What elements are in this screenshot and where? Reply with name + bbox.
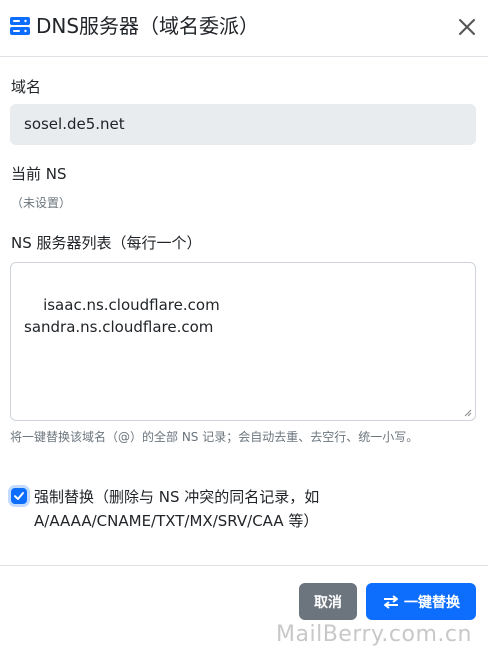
cancel-button[interactable]: 取消 [299,583,357,620]
close-icon[interactable] [456,16,478,38]
current-ns-label: 当前 NS [11,165,67,183]
modal-title: DNS服务器（域名委派） [36,14,260,38]
server-icon [10,17,30,35]
swap-arrows-icon [384,594,398,609]
current-ns-value: （未设置） [11,196,72,210]
ns-list-textarea[interactable]: isaac.ns.cloudflare.com sandra.ns.cloudf… [10,262,476,421]
help-text: 将一键替换该域名（@）的全部 NS 记录；会自动去重、去空行、统一小写。 [10,430,419,444]
ns-list-text: isaac.ns.cloudflare.com sandra.ns.cloudf… [24,296,220,336]
watermark: MailBerry.com.cn [276,622,472,647]
replace-button-label: 一键替换 [404,594,460,611]
domain-input: sosel.de5.net [10,104,476,145]
force-replace-checkbox[interactable] [11,488,27,504]
domain-label: 域名 [11,78,42,96]
modal-header: DNS服务器（域名委派） [0,0,488,57]
cancel-button-label: 取消 [314,594,342,611]
checkmark-icon [14,492,24,500]
resize-grip-icon[interactable] [464,409,472,417]
one-click-replace-button[interactable]: 一键替换 [366,583,476,620]
dns-server-modal: DNS服务器（域名委派） 域名 sosel.de5.net 当前 NS （未设置… [0,0,488,651]
ns-list-label: NS 服务器列表（每行一个） [11,234,202,252]
force-replace-label[interactable]: 强制替换（删除与 NS 冲突的同名记录，如 A/AAAA/CNAME/TXT/M… [34,485,354,533]
